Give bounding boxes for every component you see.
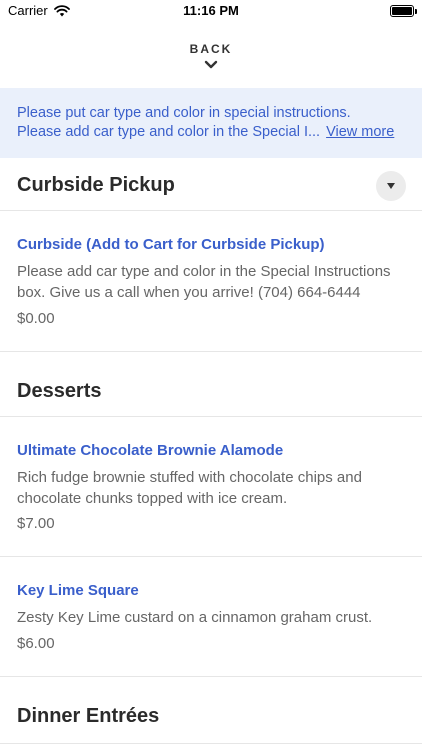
back-label: BACK [189,42,233,56]
view-more-link[interactable]: View more [326,124,394,140]
menu-item-key-lime-square[interactable]: Key Lime Square Zesty Key Lime custard o… [0,557,422,677]
collapse-section-button[interactable] [376,171,406,201]
section-title: Desserts [17,380,102,402]
item-description-line: Zesty Key Lime custard on a cinnamon gra… [17,609,373,626]
item-name: Key Lime Square [17,582,139,599]
back-button[interactable]: BACK [190,42,233,70]
item-description: Rich fudge brownie stuffed with chocolat… [17,467,407,509]
notice-line-2-text: Please add car type and color in the Spe… [17,124,321,140]
item-description: Zesty Key Lime custard on a cinnamon gra… [17,607,407,628]
item-description: Please add car type and color in the Spe… [17,261,407,303]
item-description-line: Rich fudge brownie stuffed with chocolat… [17,469,362,486]
item-price: $0.00 [17,310,55,327]
status-bar: Carrier 11:16 PM [0,0,422,24]
caret-down-icon [387,183,395,189]
item-name: Ultimate Chocolate Brownie Alamode [17,442,284,459]
section-header-curbside-pickup: Curbside Pickup [0,158,422,211]
back-header: BACK [0,24,422,88]
item-description-line: box. Give us a call when you arrive! (70… [17,284,361,301]
menu-item-curbside[interactable]: Curbside (Add to Cart for Curbside Picku… [0,211,422,352]
section-header-dinner-entrees: Dinner Entrées [0,677,422,744]
notice-line-2: Please add car type and color in the Spe… [17,123,406,142]
notice-line-1: Please put car type and color in special… [17,105,351,121]
chevron-down-icon [204,60,218,69]
section-title: Dinner Entrées [17,705,160,727]
section-header-desserts: Desserts [0,352,422,417]
menu-item-brownie-alamode[interactable]: Ultimate Chocolate Brownie Alamode Rich … [0,417,422,557]
section-title: Curbside Pickup [17,174,175,196]
special-instructions-banner: Please put car type and color in special… [0,88,422,158]
item-price: $7.00 [17,515,55,532]
item-description-line: Please add car type and color in the Spe… [17,263,391,280]
item-description-line: chocolate chunks topped with ice cream. [17,490,288,507]
item-price: $6.00 [17,635,55,652]
item-name: Curbside (Add to Cart for Curbside Picku… [17,236,325,253]
status-time: 11:16 PM [183,3,239,18]
battery-icon [390,5,417,17]
